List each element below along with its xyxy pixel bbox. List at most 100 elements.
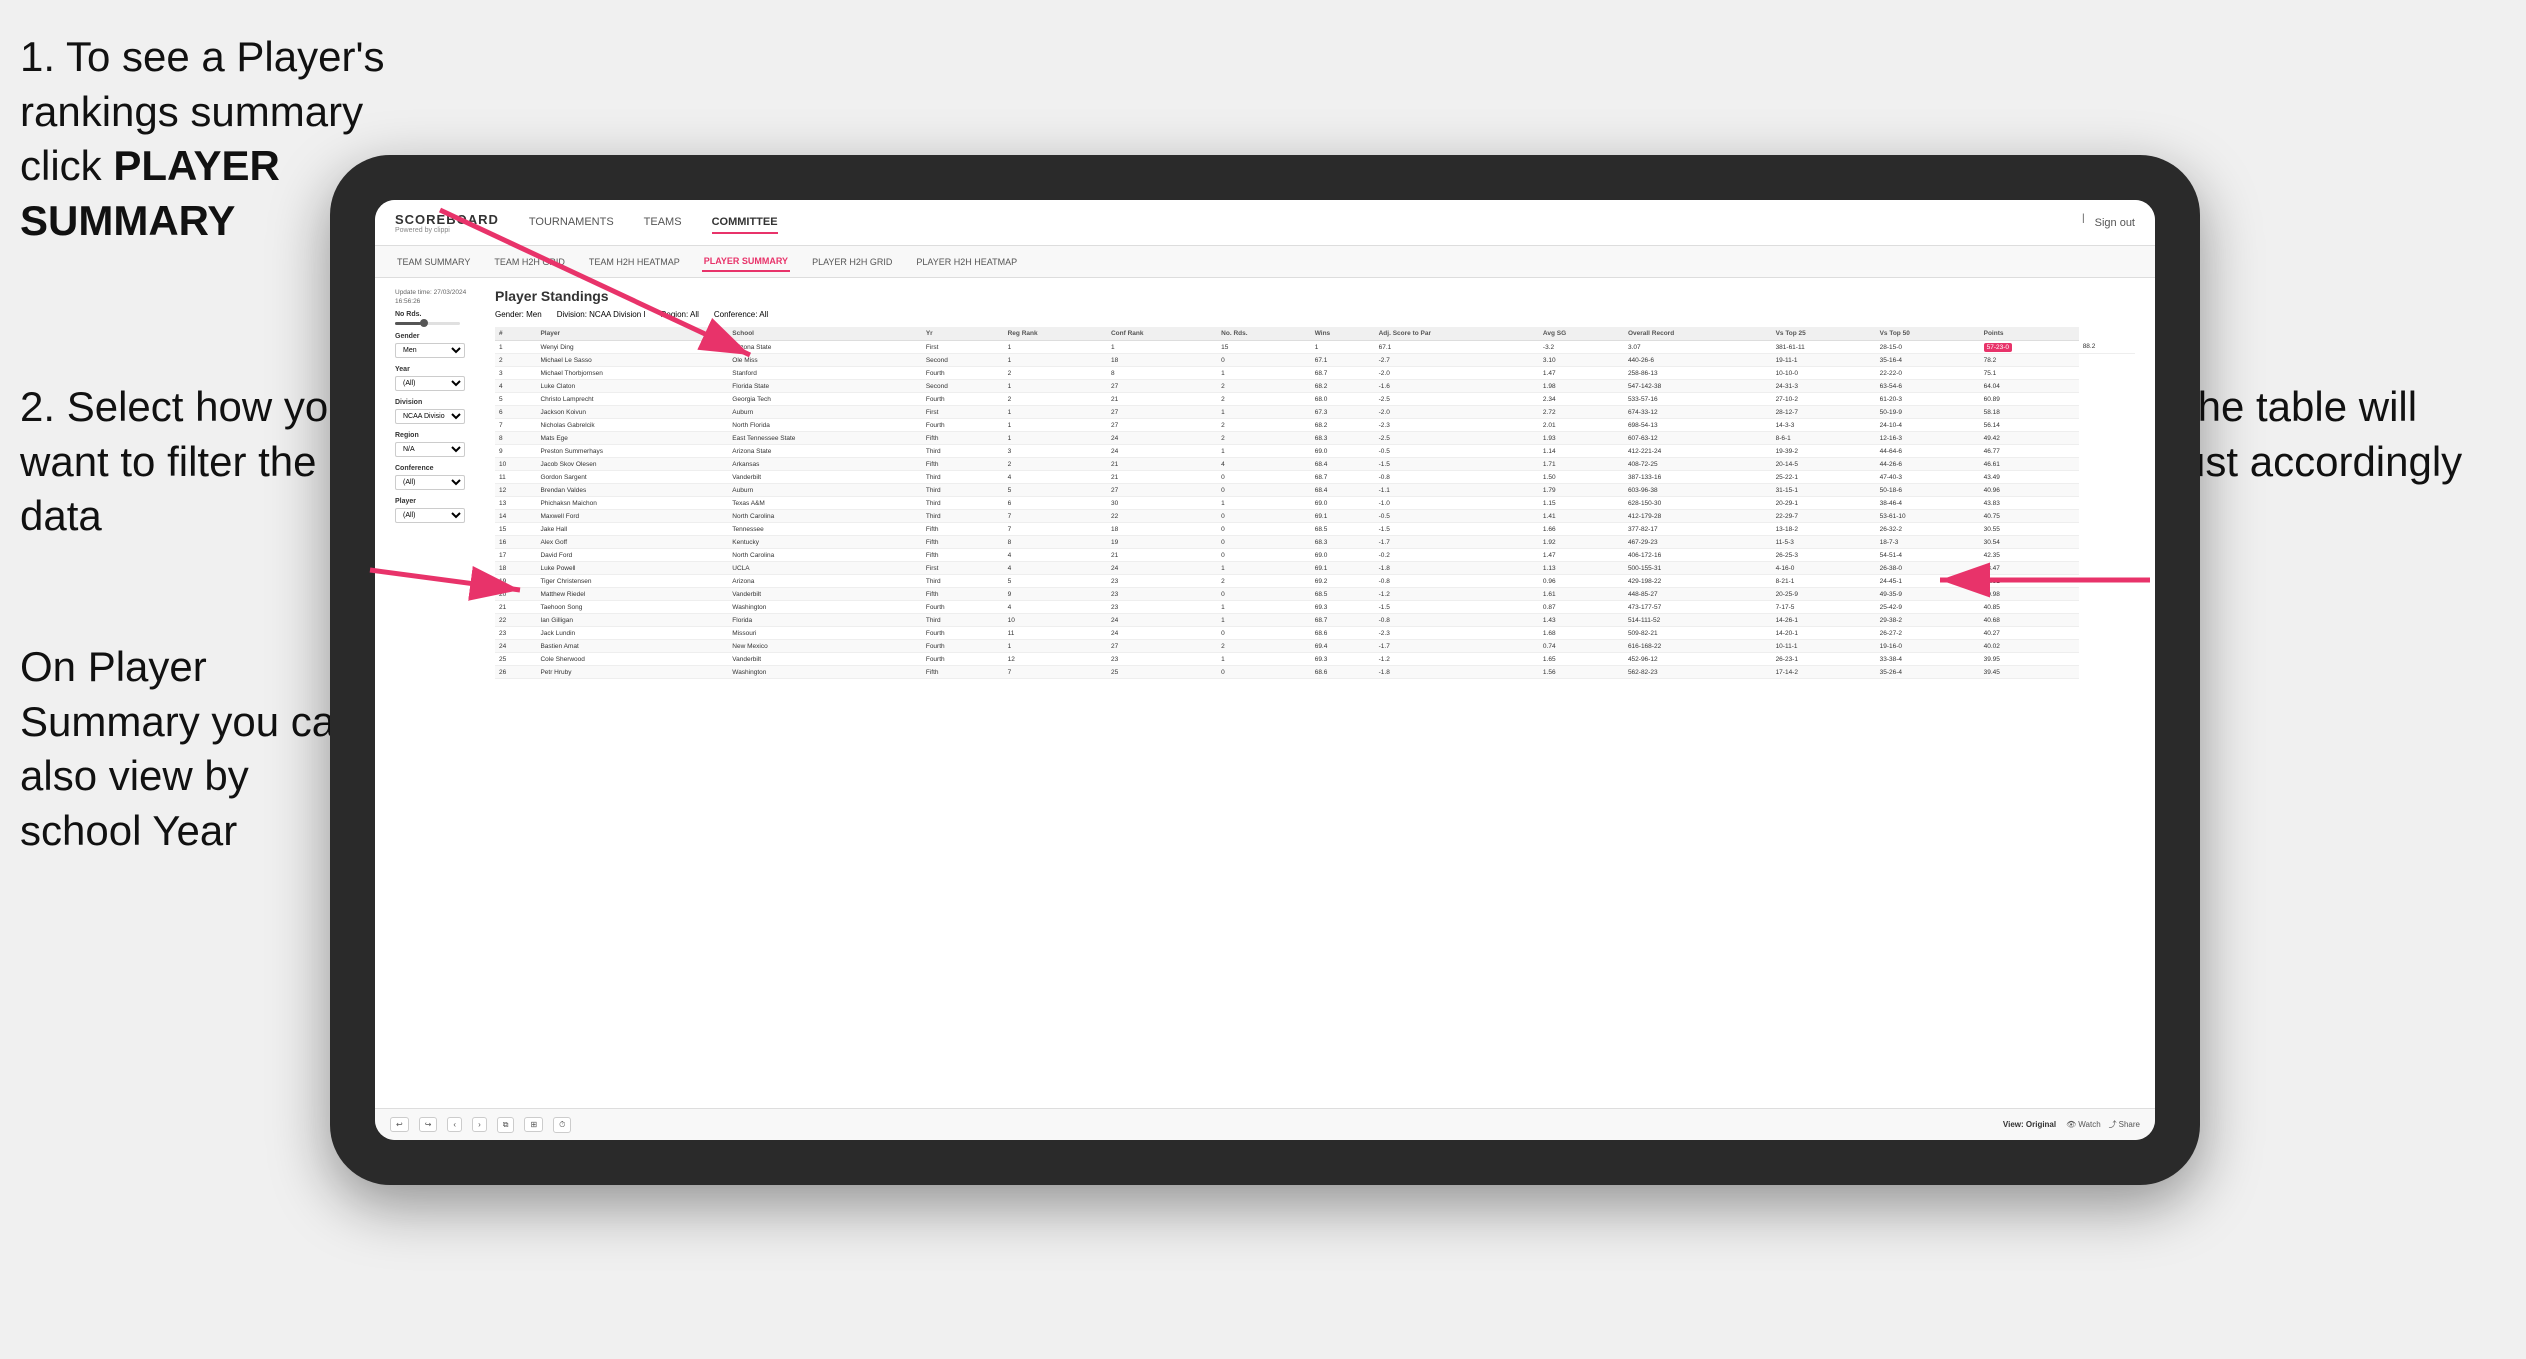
table-cell: -2.7 [1375, 354, 1539, 367]
table-cell: Arkansas [728, 458, 922, 471]
table-cell: 22-29-7 [1772, 510, 1876, 523]
table-cell: 68.7 [1311, 367, 1375, 380]
table-cell: Auburn [728, 484, 922, 497]
slider-track[interactable] [395, 322, 460, 325]
copy-btn[interactable]: ⧉ [497, 1117, 515, 1133]
year-select[interactable]: (All) First Second Third Fourth Fifth [395, 376, 465, 391]
table-cell: 69.1 [1311, 562, 1375, 575]
subnav-team-summary[interactable]: TEAM SUMMARY [395, 253, 472, 271]
table-cell: 1 [1004, 406, 1107, 419]
table-row: 26Petr HrubyWashingtonFifth725068.6-1.81… [495, 666, 2135, 679]
table-cell: 4 [1004, 471, 1107, 484]
table-cell: Arizona [728, 575, 922, 588]
slider-fill [395, 322, 421, 325]
subnav-player-summary[interactable]: PLAYER SUMMARY [702, 252, 790, 272]
table-cell: -1.8 [1375, 562, 1539, 575]
table-cell: David Ford [536, 549, 728, 562]
data-table: # Player School Yr Reg Rank Conf Rank No… [495, 327, 2135, 679]
table-cell: Jake Hall [536, 523, 728, 536]
table-cell: 674-33-12 [1624, 406, 1772, 419]
back-btn[interactable]: ‹ [447, 1117, 462, 1132]
table-cell: 1.79 [1539, 484, 1624, 497]
nav-signout[interactable]: Sign out [2095, 213, 2135, 233]
table-cell: 1 [1217, 601, 1311, 614]
share-btn[interactable]: ⤴ Share [2109, 1119, 2140, 1130]
table-cell: Fifth [922, 666, 1004, 679]
table-cell: 23 [1107, 588, 1217, 601]
conference-select[interactable]: (All) [395, 475, 465, 490]
filter-region-display: Region: All [661, 310, 699, 319]
table-cell: 24 [1107, 614, 1217, 627]
table-cell: 46.77 [1980, 445, 2079, 458]
subnav-player-h2h-heatmap[interactable]: PLAYER H2H HEATMAP [914, 253, 1019, 271]
col-yr: Yr [922, 327, 1004, 341]
paste-btn[interactable]: ⊞ [524, 1117, 543, 1132]
table-cell: -0.2 [1375, 549, 1539, 562]
table-scroll-container[interactable]: # Player School Yr Reg Rank Conf Rank No… [495, 327, 2135, 679]
table-cell: 44-64-6 [1876, 445, 1980, 458]
table-cell: 429-198-22 [1624, 575, 1772, 588]
table-row: 7Nicholas GabrelcikNorth FloridaFourth12… [495, 419, 2135, 432]
table-cell: 68.7 [1311, 614, 1375, 627]
nav-committee[interactable]: COMMITTEE [712, 212, 778, 234]
region-select[interactable]: N/A All [395, 442, 465, 457]
table-cell: 2 [1217, 393, 1311, 406]
nav-teams[interactable]: TEAMS [644, 212, 682, 234]
table-cell: 258-86-13 [1624, 367, 1772, 380]
table-cell: 0 [1217, 536, 1311, 549]
table-cell: 27 [1107, 380, 1217, 393]
table-cell: Michael Thorbjornsen [536, 367, 728, 380]
table-cell: 40.75 [1980, 510, 2079, 523]
table-cell: Christo Lamprecht [536, 393, 728, 406]
subnav-team-h2h-grid[interactable]: TEAM H2H GRID [492, 253, 567, 271]
player-select[interactable]: (All) [395, 508, 465, 523]
step2-text: Select how you want to filter the data [20, 383, 352, 539]
table-cell: 514-111-52 [1624, 614, 1772, 627]
table-cell: 50-18-6 [1876, 484, 1980, 497]
table-cell: Maxwell Ford [536, 510, 728, 523]
table-cell: 7-17-5 [1772, 601, 1876, 614]
watch-btn[interactable]: 👁 Watch [2066, 1119, 2101, 1130]
table-cell: 3 [495, 367, 536, 380]
table-cell: 616-168-22 [1624, 640, 1772, 653]
table-cell: Washington [728, 601, 922, 614]
subnav-player-h2h-grid[interactable]: PLAYER H2H GRID [810, 253, 894, 271]
division-select[interactable]: NCAA Division I NCAA Division II NCAA Di… [395, 409, 465, 424]
col-avg-sg: Avg SG [1539, 327, 1624, 341]
table-cell: 1 [1004, 380, 1107, 393]
clock-btn[interactable]: ⏱ [553, 1117, 571, 1133]
table-cell: 0 [1217, 484, 1311, 497]
table-cell: 3.10 [1539, 354, 1624, 367]
table-cell: 2 [495, 354, 536, 367]
table-cell: 68.6 [1311, 627, 1375, 640]
table-cell: 33-38-4 [1876, 653, 1980, 666]
table-row: 4Luke ClatonFlorida StateSecond127268.2-… [495, 380, 2135, 393]
table-cell: 1 [1217, 653, 1311, 666]
table-cell: Taehoon Song [536, 601, 728, 614]
subnav-team-h2h-heatmap[interactable]: TEAM H2H HEATMAP [587, 253, 682, 271]
table-cell: Alex Goff [536, 536, 728, 549]
table-cell: 49.42 [1980, 432, 2079, 445]
table-cell: 58.18 [1980, 406, 2079, 419]
redo-btn[interactable]: ↪ [419, 1117, 438, 1132]
table-cell: 3.07 [1624, 341, 1772, 354]
col-player: Player [536, 327, 728, 341]
table-cell: 2.34 [1539, 393, 1624, 406]
table-cell: 38.47 [1980, 562, 2079, 575]
table-cell: 68.3 [1311, 536, 1375, 549]
table-cell: 8-6-1 [1772, 432, 1876, 445]
table-cell: 0.87 [1539, 601, 1624, 614]
undo-btn[interactable]: ↩ [390, 1117, 409, 1132]
table-cell: 19-11-1 [1772, 354, 1876, 367]
table-cell: 64.04 [1980, 380, 2079, 393]
table-cell: 0 [1217, 510, 1311, 523]
table-cell: -1.0 [1375, 497, 1539, 510]
table-cell: 26-38-0 [1876, 562, 1980, 575]
gender-select[interactable]: Men Women [395, 343, 465, 358]
table-cell: Florida State [728, 380, 922, 393]
nav-tournaments[interactable]: TOURNAMENTS [529, 212, 614, 234]
fwd-btn[interactable]: › [472, 1117, 487, 1132]
table-cell: 0 [1217, 627, 1311, 640]
table-cell: Fifth [922, 432, 1004, 445]
table-filters-row: Gender: Men Division: NCAA Division I Re… [495, 310, 2135, 319]
